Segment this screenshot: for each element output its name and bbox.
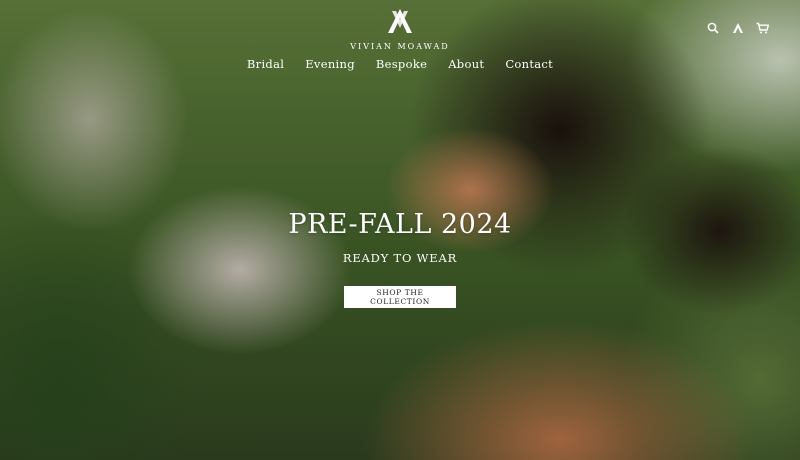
nav-item-contact[interactable]: Contact — [505, 57, 553, 71]
hero-subtitle: READY TO WEAR — [342, 251, 458, 265]
nav-item-bridal[interactable]: Bridal — [247, 57, 284, 71]
search-icon[interactable] — [707, 22, 719, 34]
shop-collection-button[interactable]: SHOP THE COLLECTION — [344, 286, 456, 308]
hero-title: PRE-FALL 2024 — [288, 209, 512, 240]
account-icon[interactable] — [732, 22, 744, 34]
brand-name[interactable]: VIVIAN MOAWAD — [0, 42, 800, 51]
cart-icon[interactable] — [756, 22, 769, 34]
main-nav: Bridal Evening Bespoke About Contact — [0, 57, 800, 71]
brand-logo-icon[interactable] — [386, 8, 414, 34]
nav-item-evening[interactable]: Evening — [305, 57, 355, 71]
header-icons — [700, 22, 780, 38]
nav-item-bespoke[interactable]: Bespoke — [376, 57, 427, 71]
nav-item-about[interactable]: About — [448, 57, 484, 71]
